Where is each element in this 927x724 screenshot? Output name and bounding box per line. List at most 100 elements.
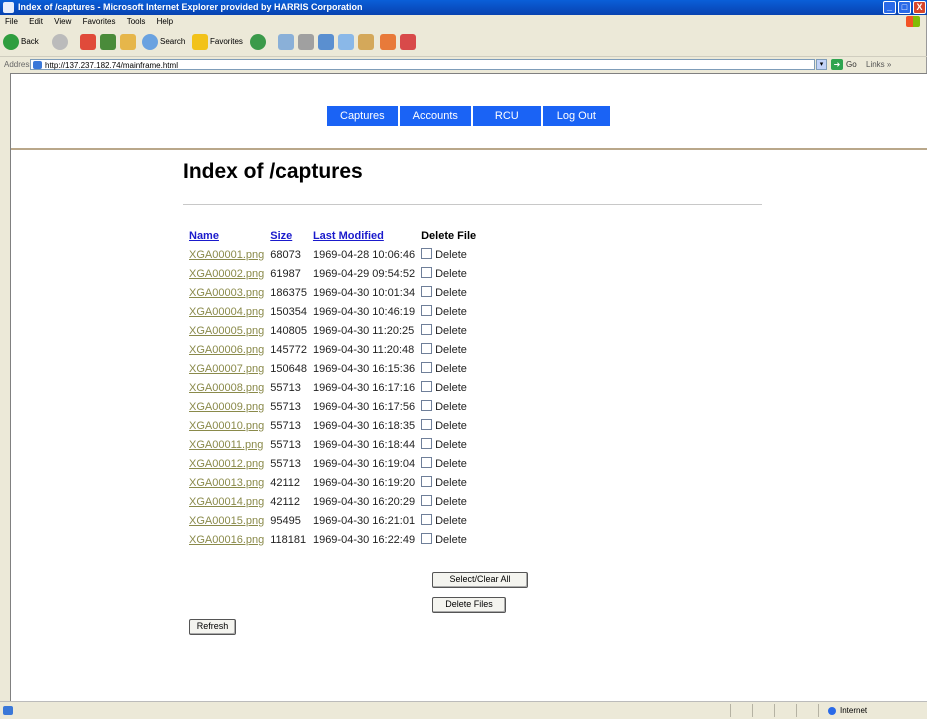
file-modified: 1969-04-30 10:46:19 [312,305,416,318]
menu-view[interactable]: View [54,17,71,26]
file-size: 186375 [270,286,307,299]
windows-logo-icon [906,16,920,27]
delete-checkbox[interactable] [421,362,433,373]
select-clear-all-button[interactable]: Select/Clear All [432,572,528,588]
divider [11,148,927,150]
home-icon[interactable] [120,34,136,50]
menu-help[interactable]: Help [157,17,173,26]
file-link[interactable]: XGA00013.png [189,477,264,489]
back-button-label[interactable]: Back [21,34,39,50]
delete-checkbox[interactable] [421,381,433,392]
stop-icon[interactable] [80,34,96,50]
delete-checkbox[interactable] [421,495,433,506]
delete-checkbox[interactable] [421,286,433,297]
delete-label: Delete [435,420,467,432]
file-link[interactable]: XGA00002.png [189,268,264,280]
file-link[interactable]: XGA00015.png [189,515,264,527]
delete-checkbox[interactable] [421,419,433,430]
status-bar: Internet [0,701,927,719]
delete-label: Delete [435,344,467,356]
delete-label: Delete [435,382,467,394]
menu-edit[interactable]: Edit [29,17,43,26]
ie-icon [3,2,14,13]
address-input[interactable]: http://137.237.182.74/mainframe.html [30,59,815,70]
print-icon[interactable] [298,34,314,50]
sort-by-size-link[interactable]: Size [270,230,292,242]
file-link[interactable]: XGA00012.png [189,458,264,470]
links-button[interactable]: Links » [866,57,891,73]
nav-rcu[interactable]: RCU [472,106,541,126]
menu-file[interactable]: File [5,17,18,26]
file-size: 55713 [270,400,301,413]
file-link[interactable]: XGA00004.png [189,306,264,318]
file-modified: 1969-04-30 11:20:25 [312,324,415,337]
sort-by-modified-link[interactable]: Last Modified [313,230,384,242]
file-modified: 1969-04-30 16:17:16 [312,381,416,394]
cut-icon[interactable] [318,34,334,50]
file-link[interactable]: XGA00008.png [189,382,264,394]
go-arrow-icon[interactable]: ➜ [831,59,843,70]
delete-checkbox[interactable] [421,267,433,278]
delete-checkbox[interactable] [421,305,433,316]
sort-by-name-link[interactable]: Name [189,230,219,242]
table-row: XGA00009.png 55713 1969-04-30 16:17:56 Dele… [186,397,479,416]
delete-checkbox[interactable] [421,457,433,468]
copy-icon[interactable] [338,34,354,50]
file-size: 55713 [270,438,301,451]
file-link[interactable]: XGA00005.png [189,325,264,337]
delete-checkbox[interactable] [421,514,433,525]
file-modified: 1969-04-30 16:15:36 [312,362,416,375]
nav-accounts[interactable]: Accounts [399,106,471,126]
favorites-star-icon[interactable] [192,34,208,50]
delete-checkbox[interactable] [421,343,433,354]
delete-label: Delete [435,458,467,470]
file-link[interactable]: XGA00016.png [189,534,264,546]
go-button-label[interactable]: Go [846,57,857,73]
delete-checkbox[interactable] [421,324,433,335]
favorites-button-label[interactable]: Favorites [210,34,243,50]
file-size: 68073 [270,248,301,261]
history-icon[interactable] [250,34,266,50]
file-link[interactable]: XGA00001.png [189,249,264,261]
maximize-button[interactable]: □ [898,1,911,14]
search-button-label[interactable]: Search [160,34,185,50]
file-link[interactable]: XGA00011.png [189,439,263,451]
file-size: 95495 [270,514,301,527]
forward-icon[interactable] [52,34,68,50]
refresh-button[interactable]: Refresh [189,619,236,635]
tool-2-icon[interactable] [400,34,416,50]
delete-checkbox[interactable] [421,248,433,259]
nav-log-out[interactable]: Log Out [542,106,610,126]
delete-files-button[interactable]: Delete Files [432,597,506,613]
table-row: XGA00001.png 68073 1969-04-28 10:06:46 Dele… [186,245,479,264]
tool-icon[interactable] [380,34,396,50]
file-link[interactable]: XGA00010.png [189,420,264,432]
delete-checkbox[interactable] [421,400,433,411]
file-link[interactable]: XGA00003.png [189,287,264,299]
file-modified: 1969-04-30 16:20:29 [312,495,416,508]
menu-favorites[interactable]: Favorites [83,17,116,26]
nav-captures[interactable]: Captures [327,106,398,126]
mail-icon[interactable] [278,34,294,50]
menu-tools[interactable]: Tools [127,17,146,26]
file-link[interactable]: XGA00014.png [189,496,264,508]
file-modified: 1969-04-30 16:21:01 [312,514,416,527]
address-dropdown-icon[interactable]: ▾ [816,59,827,70]
delete-label: Delete [435,306,467,318]
page-content: Captures Accounts RCU Log Out Index of /… [10,73,927,701]
search-icon[interactable] [142,34,158,50]
delete-checkbox[interactable] [421,476,433,487]
refresh-icon[interactable] [100,34,116,50]
close-button[interactable]: X [913,1,926,14]
delete-checkbox[interactable] [421,438,433,449]
minimize-button[interactable]: _ [883,1,896,14]
paste-icon[interactable] [358,34,374,50]
file-size: 150354 [270,305,307,318]
file-modified: 1969-04-29 09:54:52 [312,267,416,280]
delete-checkbox[interactable] [421,533,433,544]
back-icon[interactable] [3,34,19,50]
file-link[interactable]: XGA00006.png [189,344,264,356]
title-divider [183,204,762,205]
file-link[interactable]: XGA00007.png [189,363,264,375]
file-link[interactable]: XGA00009.png [189,401,264,413]
